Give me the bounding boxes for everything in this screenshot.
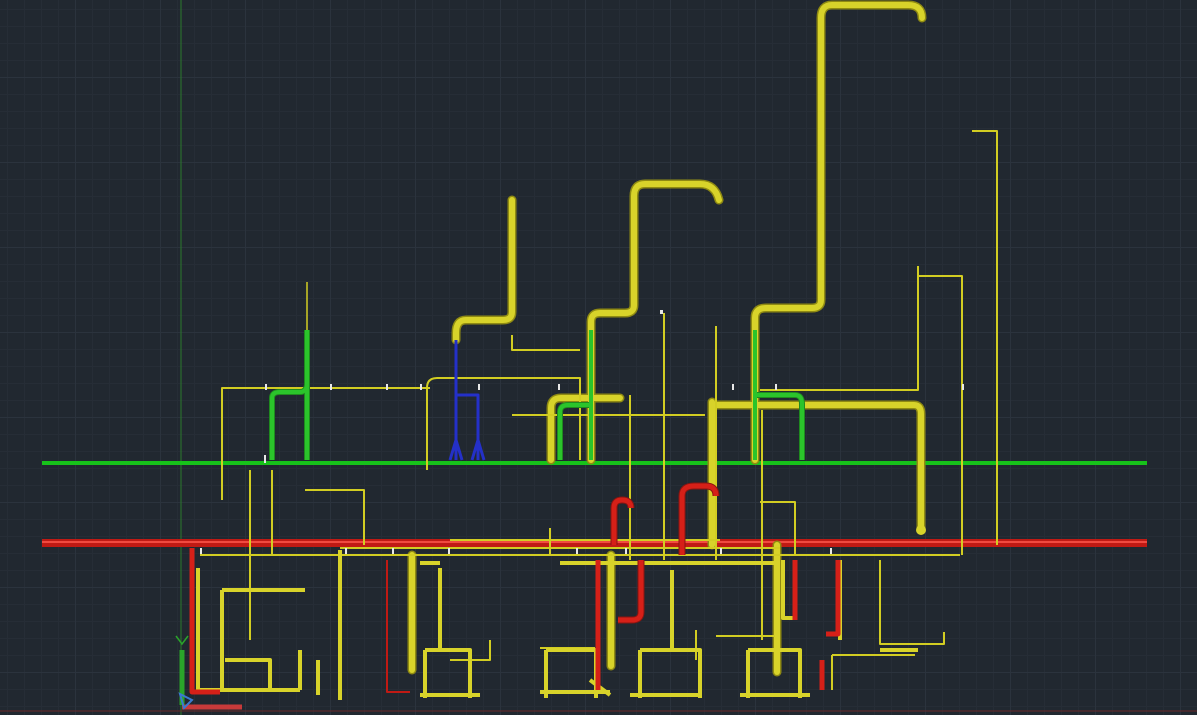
yellow-pipes-large[interactable]: [407, 0, 927, 677]
cad-model-space-viewport[interactable]: [0, 0, 1197, 715]
fitting-markers: [200, 310, 964, 554]
ucs-icon: [175, 635, 242, 710]
piping-drawing[interactable]: [0, 0, 1197, 715]
blue-pipes[interactable]: [448, 340, 486, 461]
green-pipes[interactable]: [269, 282, 805, 460]
yellow-pipes-lower[interactable]: [196, 550, 918, 700]
